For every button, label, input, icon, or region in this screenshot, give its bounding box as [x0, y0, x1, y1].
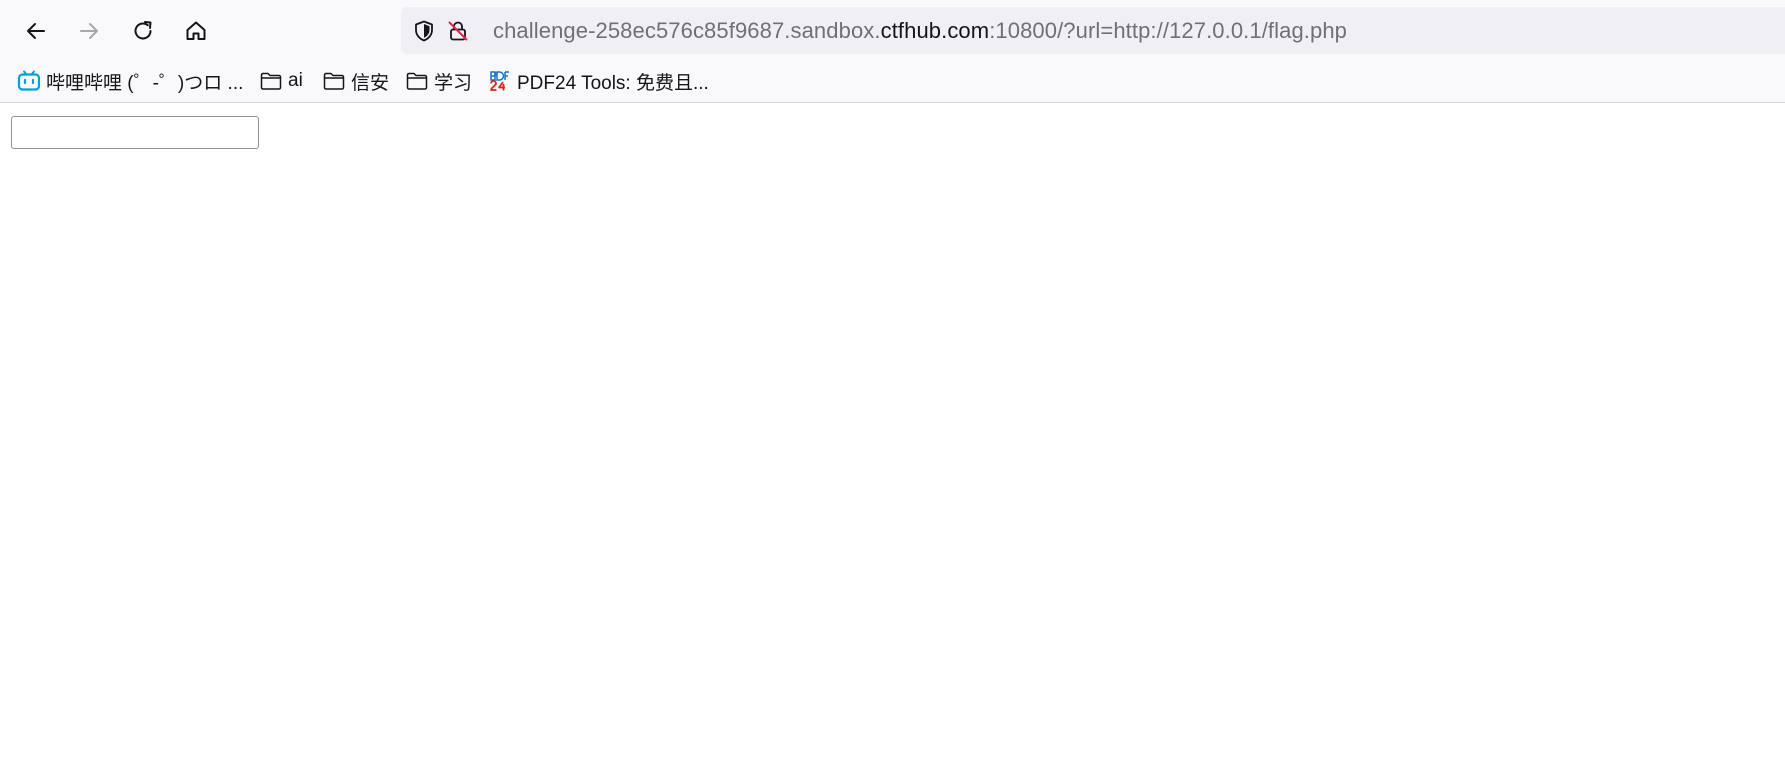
forward-button[interactable] — [69, 11, 109, 51]
pdf24-icon — [488, 69, 512, 93]
bilibili-icon — [17, 69, 41, 93]
bookmark-label: 哔哩哔哩 (゜-゜)つロ ... — [46, 72, 244, 94]
folder-icon — [259, 69, 283, 93]
bookmark-pdf24[interactable]: PDF24 Tools: 免费且... — [488, 67, 709, 95]
bookmark-label: 学习 — [434, 72, 473, 94]
home-icon — [184, 19, 208, 43]
bookmark-bilibili[interactable]: 哔哩哔哩 (゜-゜)つロ ... — [17, 67, 243, 95]
url-prefix: challenge-258ec576c85f9687.sandbox. — [493, 18, 881, 43]
address-bar[interactable]: challenge-258ec576c85f9687.sandbox.ctfhu… — [401, 7, 1785, 54]
home-button[interactable] — [176, 11, 216, 51]
folder-icon — [322, 69, 346, 93]
url-text[interactable]: challenge-258ec576c85f9687.sandbox.ctfhu… — [493, 19, 1347, 43]
bookmark-label: PDF24 Tools: 免费且... — [517, 72, 709, 94]
bookmark-label: 信安 — [351, 72, 390, 94]
url-domain: ctfhub.com — [880, 18, 990, 43]
bookmark-folder-xinan[interactable]: 信安 — [322, 67, 389, 95]
url-suffix: :10800/?url=http://127.0.0.1/flag.php — [989, 18, 1348, 43]
reload-button[interactable] — [123, 11, 163, 51]
reload-icon — [131, 19, 155, 43]
arrow-left-icon — [24, 19, 48, 43]
bookmarks-toolbar: 哔哩哔哩 (゜-゜)つロ ... ai 信安 学习 PDF24 Tools: 免… — [0, 64, 1785, 98]
bookmark-folder-ai[interactable]: ai — [259, 67, 303, 95]
shield-icon[interactable] — [409, 16, 439, 46]
browser-chrome: challenge-258ec576c85f9687.sandbox.ctfhu… — [0, 0, 1785, 103]
bookmark-folder-xuexi[interactable]: 学习 — [405, 67, 472, 95]
arrow-right-icon — [77, 19, 101, 43]
bookmark-label: ai — [288, 70, 303, 91]
back-button[interactable] — [16, 11, 56, 51]
folder-icon — [405, 69, 429, 93]
page-text-input[interactable] — [11, 116, 259, 149]
insecure-lock-icon[interactable] — [443, 16, 473, 46]
